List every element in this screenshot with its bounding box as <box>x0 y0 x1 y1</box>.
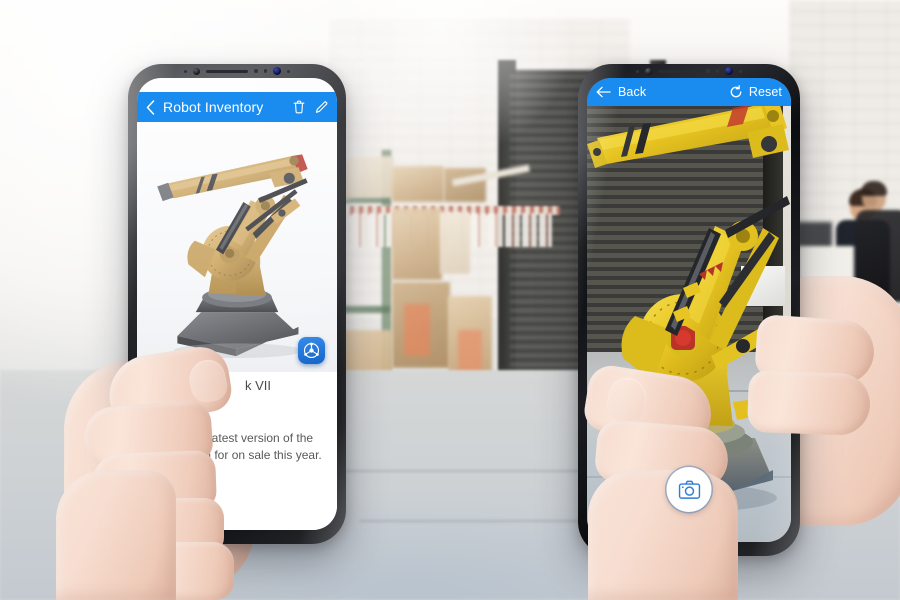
cardboard-box <box>392 166 444 202</box>
overview-text: This is the latest version of the roboti… <box>151 431 322 463</box>
dark-equipment <box>796 222 832 372</box>
model-viewer[interactable] <box>137 122 337 372</box>
phone-top-bezel-right <box>578 64 800 78</box>
front-camera-icon <box>725 67 733 75</box>
pencil-icon[interactable] <box>315 100 328 114</box>
floor-seam <box>800 486 900 488</box>
white-crate-right <box>798 246 854 280</box>
ar-cube-icon <box>303 342 320 359</box>
earpiece-speaker <box>658 69 700 73</box>
camera-icon <box>678 480 700 499</box>
item-title: k VII <box>244 378 271 393</box>
item-detail-text: k VII Overview This is the latest versio… <box>137 372 337 464</box>
worker-hair <box>861 181 887 196</box>
smartphone-right: Back Reset <box>578 64 800 556</box>
proximity-sensor-icon <box>184 69 187 73</box>
light-sensor-icon <box>254 69 258 73</box>
back-label[interactable]: Back <box>618 85 646 99</box>
right-phone-screen: Back Reset <box>587 78 791 542</box>
sensor-dot-icon <box>739 69 742 73</box>
left-phone-screen: Robot Inventory k VII Overview This is t… <box>137 78 337 530</box>
cardboard-box <box>392 208 442 280</box>
ar-demo-scene: Robot Inventory k VII Overview This is t… <box>0 0 900 600</box>
trash-icon[interactable] <box>293 100 305 114</box>
ar-view-button[interactable] <box>298 337 325 364</box>
app-bar-actions <box>293 100 328 114</box>
arrow-left-icon[interactable] <box>596 86 611 98</box>
item-detail-body: k VII Overview This is the latest versio… <box>137 122 337 530</box>
camera-shutter-button[interactable] <box>666 467 712 512</box>
light-sensor-icon <box>706 69 710 73</box>
earpiece-speaker <box>206 69 248 73</box>
reset-label[interactable]: Reset <box>749 85 782 99</box>
box-label-orange <box>404 304 430 356</box>
sensor-dot-icon <box>715 69 719 73</box>
iris-scanner-icon <box>193 67 200 75</box>
right-app-bar: Back Reset <box>587 78 791 106</box>
smartphone-left: Robot Inventory k VII Overview This is t… <box>128 64 346 544</box>
phone-top-bezel-left <box>128 64 346 78</box>
reset-circular-arrow-icon[interactable] <box>729 85 743 99</box>
worker-torso <box>856 210 900 302</box>
sensor-dot-icon <box>263 69 267 73</box>
robot-arm-3d-render <box>157 154 308 359</box>
proximity-sensor-icon <box>636 69 639 73</box>
right-app-bar-actions: Reset <box>729 85 782 99</box>
front-camera-icon <box>273 67 281 75</box>
warehouse-worker-back <box>856 181 900 364</box>
chevron-left-icon[interactable] <box>146 99 155 115</box>
floor-seam <box>340 470 580 472</box>
iris-scanner-icon <box>645 67 652 75</box>
left-app-bar: Robot Inventory <box>137 92 337 122</box>
sensor-dot-icon <box>287 69 290 73</box>
ar-camera-feed[interactable] <box>587 78 791 542</box>
page-title: Robot Inventory <box>163 99 264 115</box>
cardboard-box <box>440 212 470 274</box>
overview-heading: Overview <box>151 410 204 424</box>
